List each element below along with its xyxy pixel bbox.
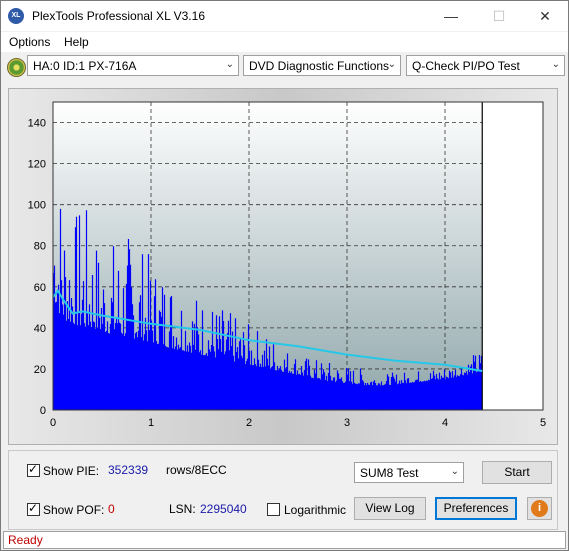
title-bar: XL PlexTools Professional XL V3.16 — ☐ ✕ (1, 1, 568, 31)
test-select-value: Q-Check PI/PO Test (412, 59, 520, 73)
function-select[interactable]: DVD Diagnostic Functions ⌄ (243, 55, 401, 76)
x-tick-label: 4 (442, 417, 448, 429)
window-title: PlexTools Professional XL V3.16 (32, 9, 205, 23)
chart-area: 0 1 2 3 4 5 0 20 40 60 80 100 120 140 (8, 88, 558, 445)
sum-test-value: SUM8 Test (360, 466, 419, 480)
menu-help[interactable]: Help (64, 35, 89, 49)
y-tick-label: 120 (28, 159, 46, 171)
minimize-icon[interactable]: — (428, 1, 474, 31)
control-panel: Show PIE: 352339 rows/8ECC SUM8 Test ⌄ S… (8, 450, 558, 530)
x-tick-label: 5 (540, 417, 546, 429)
unscanned-area (482, 102, 543, 410)
close-icon[interactable]: ✕ (522, 1, 568, 31)
menu-options[interactable]: Options (9, 35, 50, 49)
info-icon: i (531, 500, 548, 517)
lsn-value: 2295040 (200, 502, 247, 516)
status-text: Ready (8, 533, 43, 547)
show-pof-checkbox[interactable] (27, 501, 40, 516)
chevron-down-icon: ⌄ (225, 59, 234, 70)
x-tick-label: 2 (246, 417, 252, 429)
y-tick-label: 60 (34, 282, 46, 294)
show-pof-label: Show POF: (43, 503, 105, 517)
x-tick-label: 0 (50, 417, 56, 429)
drive-select[interactable]: HA:0 ID:1 PX-716A ⌄ (27, 55, 239, 76)
function-select-value: DVD Diagnostic Functions (249, 59, 390, 73)
y-tick-label: 0 (40, 405, 46, 417)
pof-value: 0 (108, 502, 115, 516)
chevron-down-icon: ⌄ (551, 59, 560, 70)
pie-chart-svg: 0 1 2 3 4 5 0 20 40 60 80 100 120 140 (28, 101, 546, 429)
pie-unit: rows/8ECC (166, 463, 227, 477)
y-tick-label: 140 (28, 118, 46, 130)
menu-bar: Options Help (1, 32, 568, 52)
y-tick-label: 20 (34, 364, 46, 376)
disc-icon (7, 58, 26, 77)
logarithmic-label: Logarithmic (284, 503, 347, 517)
toolbar: HA:0 ID:1 PX-716A ⌄ DVD Diagnostic Funct… (1, 53, 568, 81)
app-window: XL PlexTools Professional XL V3.16 — ☐ ✕… (0, 0, 569, 551)
y-tick-label: 40 (34, 323, 46, 335)
status-bar: Ready (3, 531, 566, 549)
pie-value: 352339 (108, 463, 149, 477)
lsn-label: LSN: (169, 502, 196, 516)
y-tick-label: 100 (28, 200, 46, 212)
info-button[interactable]: i (527, 497, 552, 520)
x-tick-label: 1 (148, 417, 154, 429)
app-logo-icon: XL (8, 8, 24, 24)
drive-select-value: HA:0 ID:1 PX-716A (33, 59, 137, 73)
x-tick-label: 3 (344, 417, 350, 429)
test-select[interactable]: Q-Check PI/PO Test ⌄ (406, 55, 565, 76)
sum-test-select[interactable]: SUM8 Test ⌄ (354, 462, 464, 483)
show-pie-label: Show PIE: (43, 464, 100, 478)
chevron-down-icon: ⌄ (387, 59, 396, 70)
maximize-icon[interactable]: ☐ (476, 1, 522, 31)
view-log-button[interactable]: View Log (354, 497, 426, 520)
y-tick-label: 80 (34, 241, 46, 253)
logarithmic-checkbox[interactable] (267, 503, 280, 516)
preferences-button[interactable]: Preferences (435, 497, 517, 520)
start-button[interactable]: Start (482, 461, 552, 484)
chevron-down-icon: ⌄ (450, 466, 459, 477)
show-pie-checkbox[interactable] (27, 462, 40, 477)
